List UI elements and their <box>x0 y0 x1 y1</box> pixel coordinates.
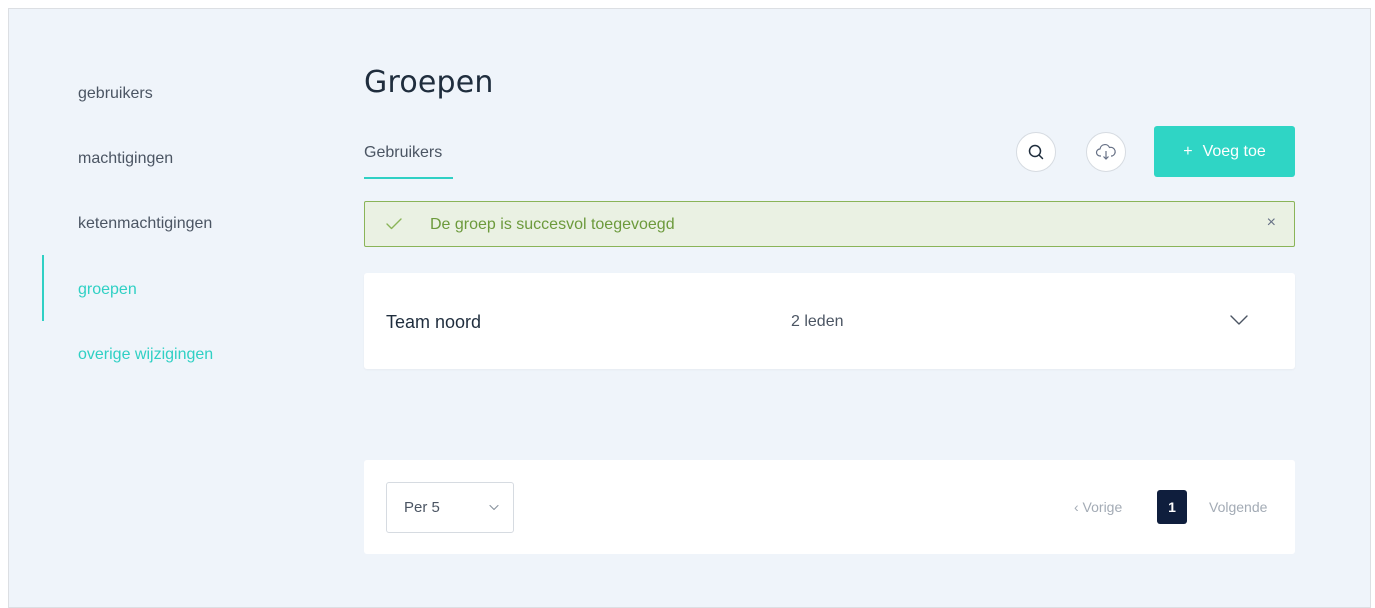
add-group-button[interactable]: + Voeg toe <box>1154 126 1295 177</box>
group-row[interactable]: Team noord 2 leden <box>364 273 1295 369</box>
tab-active-underline <box>364 177 453 179</box>
check-icon <box>386 218 402 230</box>
previous-page-link[interactable]: ‹ Vorige <box>1074 498 1122 516</box>
per-page-value: Per 5 <box>404 499 440 516</box>
next-page-link[interactable]: Volgende <box>1209 498 1267 516</box>
chevron-down-icon <box>489 504 499 511</box>
sidebar: gebruikers machtigingen ketenmachtiginge… <box>9 9 309 607</box>
group-member-count: 2 leden <box>791 313 844 330</box>
sidebar-item-gebruikers[interactable]: gebruikers <box>78 84 153 104</box>
add-button-label: Voeg toe <box>1202 142 1266 160</box>
pagination-bar: Per 5 ‹ Vorige 1 Volgende <box>364 460 1295 554</box>
close-icon[interactable]: × <box>1267 213 1276 233</box>
plus-icon: + <box>1183 142 1193 160</box>
search-icon <box>1028 144 1044 160</box>
group-name: Team noord <box>386 312 482 332</box>
sidebar-active-indicator <box>42 255 44 321</box>
sidebar-item-machtigingen[interactable]: machtigingen <box>78 149 173 169</box>
success-alert: De groep is succesvol toegevoegd × <box>364 201 1295 247</box>
sidebar-item-groepen[interactable]: groepen <box>78 280 137 300</box>
alert-message: De groep is succesvol toegevoegd <box>430 216 675 233</box>
cloud-download-icon <box>1095 144 1116 160</box>
search-button[interactable] <box>1016 132 1056 172</box>
app-frame: gebruikers machtigingen ketenmachtiginge… <box>8 8 1371 608</box>
chevron-down-icon[interactable] <box>1230 314 1248 326</box>
tab-gebruikers[interactable]: Gebruikers <box>364 143 442 163</box>
sidebar-item-ketenmachtigingen[interactable]: ketenmachtigingen <box>78 214 212 234</box>
sidebar-item-overige-wijzigingen[interactable]: overige wijzigingen <box>78 345 213 365</box>
per-page-select[interactable]: Per 5 <box>386 482 514 533</box>
download-button[interactable] <box>1086 132 1126 172</box>
page-number-current[interactable]: 1 <box>1157 490 1187 524</box>
page-title: Groepen <box>364 65 494 100</box>
